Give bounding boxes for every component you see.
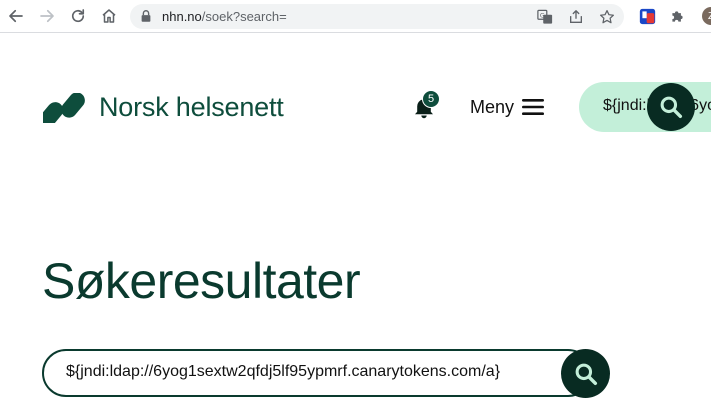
notification-badge: 5 bbox=[422, 90, 440, 108]
site-logo[interactable]: Norsk helsenett bbox=[43, 92, 284, 123]
lock-icon bbox=[141, 10, 151, 22]
address-url[interactable]: nhn.no/soek?search= bbox=[162, 8, 287, 25]
header-search-button[interactable] bbox=[647, 83, 695, 131]
menu-button-label[interactable]: Meny bbox=[470, 97, 514, 118]
logo-mark-icon bbox=[43, 92, 85, 123]
extension-badge-icon bbox=[639, 8, 655, 24]
address-bar[interactable]: nhn.no/soek?search= G bbox=[130, 4, 624, 29]
share-icon bbox=[569, 9, 582, 23]
reload-button[interactable] bbox=[67, 5, 89, 27]
page-title: Søkeresultater bbox=[42, 253, 361, 309]
translate-button[interactable]: G bbox=[536, 8, 553, 25]
forward-button[interactable] bbox=[36, 5, 58, 27]
search-icon bbox=[660, 96, 683, 119]
profile-avatar[interactable]: Z bbox=[702, 7, 711, 25]
arrow-right-icon bbox=[40, 9, 54, 23]
hamburger-icon[interactable] bbox=[521, 97, 545, 117]
translate-icon: G bbox=[536, 9, 552, 24]
main-search-input[interactable] bbox=[66, 363, 566, 381]
svg-text:G: G bbox=[539, 12, 544, 19]
puzzle-icon bbox=[671, 10, 683, 22]
bookmark-button[interactable] bbox=[598, 8, 615, 25]
main-search-button[interactable] bbox=[561, 349, 610, 398]
search-icon bbox=[575, 363, 597, 385]
extensions-menu-button[interactable] bbox=[667, 6, 687, 26]
url-host: nhn.no bbox=[162, 9, 202, 24]
back-button[interactable] bbox=[5, 5, 27, 27]
home-button[interactable] bbox=[98, 5, 120, 27]
main-search-field[interactable] bbox=[42, 349, 592, 397]
extension-button[interactable] bbox=[637, 6, 657, 26]
star-icon bbox=[599, 9, 614, 23]
share-button[interactable] bbox=[567, 8, 584, 25]
arrow-left-icon bbox=[9, 9, 23, 23]
home-icon bbox=[102, 9, 116, 23]
url-path: /soek?search= bbox=[201, 9, 287, 24]
reload-icon bbox=[71, 9, 85, 23]
browser-toolbar: nhn.no/soek?search= G Z bbox=[0, 0, 711, 33]
logo-text: Norsk helsenett bbox=[99, 92, 284, 122]
